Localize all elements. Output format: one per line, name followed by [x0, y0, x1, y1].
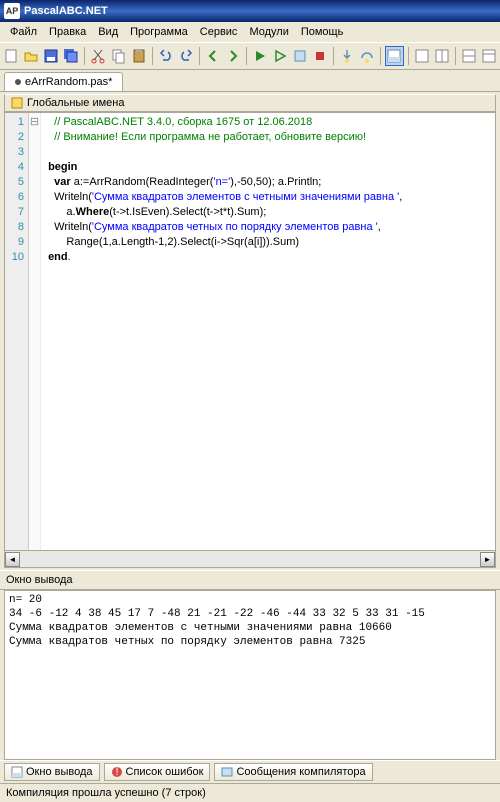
panel-3-icon[interactable]	[460, 46, 478, 66]
paste-icon[interactable]	[130, 46, 148, 66]
output-panel-title: Окно вывода	[6, 574, 73, 586]
output-window-toggle-icon[interactable]	[385, 46, 403, 66]
step-over-icon[interactable]	[358, 46, 376, 66]
status-text: Компиляция прошла успешно (7 строк)	[6, 787, 206, 799]
tab-modified-icon	[15, 79, 21, 85]
panel-2-icon[interactable]	[433, 46, 451, 66]
menu-program[interactable]: Программа	[124, 24, 194, 40]
toolbar-separator	[333, 47, 334, 65]
menu-edit[interactable]: Правка	[43, 24, 92, 40]
save-all-icon[interactable]	[62, 46, 80, 66]
panel-4-icon[interactable]	[480, 46, 498, 66]
run-no-debug-icon[interactable]	[271, 46, 289, 66]
toolbar	[0, 42, 500, 70]
title-bar: AP PascalABC.NET	[0, 0, 500, 22]
toolbar-separator	[380, 47, 381, 65]
menu-view[interactable]: Вид	[92, 24, 124, 40]
undo-icon[interactable]	[157, 46, 175, 66]
scroll-right-icon[interactable]: ►	[480, 552, 495, 567]
globals-dropdown[interactable]: Глобальные имена	[4, 94, 496, 112]
save-icon[interactable]	[42, 46, 60, 66]
tab-error-list[interactable]: ! Список ошибок	[104, 763, 211, 781]
file-tab[interactable]: eArrRandom.pas*	[4, 72, 123, 91]
nav-forward-icon[interactable]	[224, 46, 242, 66]
stop-icon[interactable]	[311, 46, 329, 66]
toolbar-separator	[84, 47, 85, 65]
menu-file[interactable]: Файл	[4, 24, 43, 40]
redo-icon[interactable]	[177, 46, 195, 66]
tab-compiler-label: Сообщения компилятора	[236, 766, 365, 778]
output-panel[interactable]: n= 20 34 -6 -12 4 38 45 17 7 -48 21 -21 …	[4, 590, 496, 760]
toolbar-separator	[455, 47, 456, 65]
scroll-track[interactable]	[20, 552, 480, 567]
toolbar-separator	[152, 47, 153, 65]
menu-bar: Файл Правка Вид Программа Сервис Модули …	[0, 22, 500, 42]
tab-output-label: Окно вывода	[26, 766, 93, 778]
run-icon[interactable]	[251, 46, 269, 66]
toolbar-separator	[246, 47, 247, 65]
window-title: PascalABC.NET	[24, 5, 108, 17]
open-file-icon[interactable]	[22, 46, 40, 66]
error-list-icon: !	[111, 766, 123, 778]
svg-text:!: !	[115, 766, 118, 778]
line-gutter: 12345678910	[5, 113, 29, 550]
code-editor[interactable]: 12345678910 ⊟ // PascalABC.NET 3.4.0, сб…	[4, 112, 496, 551]
menu-modules[interactable]: Модули	[243, 24, 294, 40]
status-bar: Компиляция прошла успешно (7 строк)	[0, 783, 500, 802]
tab-error-label: Список ошибок	[126, 766, 204, 778]
compile-icon[interactable]	[291, 46, 309, 66]
tab-output-window[interactable]: Окно вывода	[4, 763, 100, 781]
cut-icon[interactable]	[89, 46, 107, 66]
menu-help[interactable]: Помощь	[295, 24, 350, 40]
fold-column[interactable]: ⊟	[29, 113, 41, 550]
copy-icon[interactable]	[109, 46, 127, 66]
horizontal-scrollbar[interactable]: ◄ ►	[4, 551, 496, 568]
panel-1-icon[interactable]	[413, 46, 431, 66]
new-file-icon[interactable]	[2, 46, 20, 66]
scroll-left-icon[interactable]: ◄	[5, 552, 20, 567]
globals-icon	[11, 97, 23, 109]
globals-label: Глобальные имена	[27, 97, 125, 109]
code-area[interactable]: // PascalABC.NET 3.4.0, сборка 1675 от 1…	[41, 113, 495, 550]
nav-back-icon[interactable]	[204, 46, 222, 66]
output-panel-header: Окно вывода	[0, 570, 500, 590]
output-icon	[11, 766, 23, 778]
toolbar-separator	[199, 47, 200, 65]
file-tab-label: eArrRandom.pas*	[25, 76, 112, 88]
toolbar-separator	[408, 47, 409, 65]
step-into-icon[interactable]	[338, 46, 356, 66]
tab-compiler-messages[interactable]: Сообщения компилятора	[214, 763, 372, 781]
bottom-tab-bar: Окно вывода ! Список ошибок Сообщения ко…	[0, 760, 500, 783]
file-tab-bar: eArrRandom.pas*	[0, 70, 500, 92]
menu-service[interactable]: Сервис	[194, 24, 244, 40]
app-icon: AP	[4, 3, 20, 19]
compiler-msg-icon	[221, 766, 233, 778]
